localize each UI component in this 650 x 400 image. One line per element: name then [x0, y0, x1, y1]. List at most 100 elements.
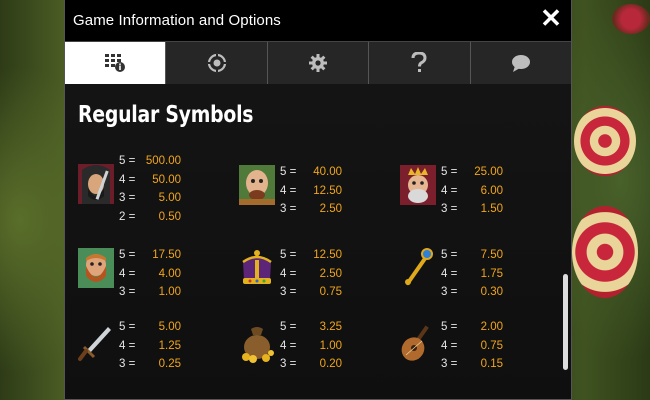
- pay-row: 3 = 5.00: [119, 189, 181, 208]
- match-count: 3 =: [441, 203, 458, 215]
- pay-table: 5 = 3.25 4 = 1.00 3 = 0.20: [280, 318, 342, 374]
- close-icon[interactable]: ✕: [539, 5, 563, 31]
- payout-value: 500.00: [145, 155, 181, 167]
- bald-man-symbol-icon: [239, 165, 275, 205]
- match-count: 3 =: [280, 203, 297, 215]
- king-symbol-icon: [400, 165, 436, 205]
- pay-table: 5 = 12.50 4 = 2.50 3 = 0.75: [280, 246, 342, 302]
- symbol-paytable-item: 5 = 12.50 4 = 2.50 3 = 0.75: [239, 246, 389, 326]
- payout-value: 0.15: [480, 358, 503, 370]
- tab-chat[interactable]: [470, 42, 571, 84]
- pay-row: 4 = 1.00: [280, 337, 342, 356]
- payout-value: 5.00: [158, 321, 181, 333]
- pay-table: 5 = 7.50 4 = 1.75 3 = 0.30: [441, 246, 503, 302]
- match-count: 5 =: [280, 321, 297, 333]
- symbol-paytable-item: 5 = 40.00 4 = 12.50 3 = 2.50: [239, 163, 389, 243]
- pay-row: 3 = 0.20: [280, 355, 342, 374]
- match-count: 4 =: [441, 267, 458, 280]
- tab-paytable[interactable]: [65, 42, 167, 84]
- payout-value: 1.25: [158, 339, 181, 352]
- pay-table: 5 = 40.00 4 = 12.50 3 = 2.50: [280, 163, 342, 219]
- payout-value: 2.50: [319, 203, 342, 215]
- match-count: 3 =: [280, 358, 297, 370]
- background-decoration: [612, 4, 650, 34]
- match-count: 4 =: [119, 339, 136, 352]
- archery-target-decoration: [574, 106, 636, 176]
- pay-row: 4 = 6.00: [441, 182, 503, 201]
- payout-value: 4.00: [158, 267, 181, 280]
- chat-bubble-icon: [511, 55, 530, 72]
- symbol-paytable-item: 5 = 3.25 4 = 1.00 3 = 0.20: [239, 318, 389, 398]
- pay-row: 3 = 2.50: [280, 200, 342, 219]
- section-title: Regular Symbols: [78, 102, 254, 128]
- match-count: 5 =: [280, 249, 297, 261]
- pay-row: 5 = 17.50: [119, 246, 181, 265]
- match-count: 5 =: [119, 249, 136, 261]
- payout-value: 1.00: [319, 339, 342, 352]
- dialog-tabs: [65, 41, 571, 85]
- match-count: 5 =: [119, 155, 136, 167]
- pay-row: 4 = 0.75: [441, 337, 503, 356]
- pay-row: 3 = 0.30: [441, 283, 503, 302]
- match-count: 4 =: [119, 173, 136, 186]
- autoplay-icon: [207, 53, 226, 73]
- dialog-titlebar: Game Information and Options ✕: [65, 0, 571, 41]
- scrollbar-thumb[interactable]: [563, 274, 568, 370]
- dialog-title: Game Information and Options: [73, 12, 281, 29]
- paytable-icon: [105, 54, 126, 72]
- hooded-villain-symbol-icon: [78, 164, 114, 204]
- pay-row: 3 = 0.75: [280, 283, 342, 302]
- payout-value: 0.50: [158, 210, 181, 223]
- symbol-paytable-item: 5 = 25.00 4 = 6.00 3 = 1.50: [400, 163, 550, 243]
- match-count: 5 =: [119, 321, 136, 333]
- payout-value: 5.00: [158, 192, 181, 204]
- tab-autoplay[interactable]: [166, 42, 268, 84]
- payout-value: 1.50: [480, 203, 503, 215]
- pay-table: 5 = 5.00 4 = 1.25 3 = 0.25: [119, 318, 181, 374]
- match-count: 4 =: [441, 339, 458, 352]
- payout-value: 50.00: [152, 173, 181, 186]
- payout-value: 1.75: [480, 267, 503, 280]
- game-info-dialog: Game Information and Options ✕ Regular S…: [64, 0, 572, 400]
- payout-value: 6.00: [480, 184, 503, 197]
- match-count: 4 =: [280, 339, 297, 352]
- match-count: 5 =: [441, 166, 458, 178]
- pay-table: 5 = 500.00 4 = 50.00 3 = 5.00 2 = 0.50: [119, 152, 181, 226]
- gear-icon: [309, 54, 328, 72]
- sword-symbol-icon: [78, 327, 111, 361]
- pay-table: 5 = 17.50 4 = 4.00 3 = 1.00: [119, 246, 181, 302]
- payout-value: 0.30: [480, 286, 503, 298]
- tab-help[interactable]: [369, 42, 471, 84]
- match-count: 4 =: [280, 184, 297, 197]
- match-count: 3 =: [441, 286, 458, 298]
- match-count: 5 =: [441, 249, 458, 261]
- payout-value: 40.00: [313, 166, 342, 178]
- pay-row: 2 = 0.50: [119, 208, 181, 227]
- symbol-paytable-item: 5 = 7.50 4 = 1.75 3 = 0.30: [400, 246, 550, 326]
- match-count: 5 =: [441, 321, 458, 333]
- pay-row: 3 = 1.00: [119, 283, 181, 302]
- match-count: 4 =: [280, 267, 297, 280]
- pay-row: 3 = 0.25: [119, 355, 181, 374]
- payout-value: 12.50: [313, 249, 342, 261]
- payout-value: 3.25: [319, 321, 342, 333]
- payout-value: 0.20: [319, 358, 342, 370]
- crown-symbol-icon: [242, 250, 272, 284]
- match-count: 3 =: [441, 358, 458, 370]
- tab-settings[interactable]: [267, 42, 370, 84]
- match-count: 5 =: [280, 166, 297, 178]
- pay-row: 5 = 7.50: [441, 246, 503, 265]
- match-count: 4 =: [441, 184, 458, 197]
- pay-row: 5 = 25.00: [441, 163, 503, 182]
- pay-row: 5 = 40.00: [280, 163, 342, 182]
- bearded-friar-symbol-icon: [78, 248, 114, 288]
- payout-value: 12.50: [313, 184, 342, 197]
- lute-symbol-icon: [401, 325, 429, 361]
- match-count: 3 =: [119, 286, 136, 298]
- pay-row: 4 = 1.75: [441, 265, 503, 284]
- paytable-panel: Regular Symbols 5 = 500.00 4 = 50.00 3 = 5.…: [65, 84, 571, 399]
- payout-value: 2.00: [480, 321, 503, 333]
- payout-value: 2.50: [319, 267, 342, 280]
- match-count: 3 =: [119, 358, 136, 370]
- pay-row: 4 = 1.25: [119, 337, 181, 356]
